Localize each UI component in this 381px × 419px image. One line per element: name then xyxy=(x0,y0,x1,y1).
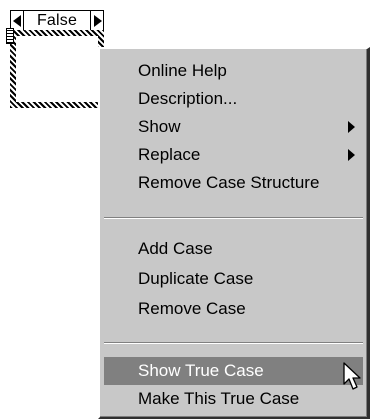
case-frame[interactable] xyxy=(10,30,104,108)
selector-terminal[interactable] xyxy=(6,28,14,44)
submenu-arrow-icon xyxy=(348,121,355,133)
menu-item-add-case[interactable]: Add Case xyxy=(104,235,363,263)
next-case-button[interactable] xyxy=(90,11,103,30)
context-menu: Online Help Description... Show Replace … xyxy=(98,47,370,419)
menu-item-show[interactable]: Show xyxy=(104,113,363,141)
menu-item-online-help[interactable]: Online Help xyxy=(104,57,363,85)
menu-item-replace[interactable]: Replace xyxy=(104,141,363,169)
menu-separator xyxy=(104,342,363,344)
menu-separator xyxy=(104,217,363,219)
case-selector-label: False xyxy=(36,11,78,29)
arrow-pointer-icon xyxy=(343,362,361,390)
menu-item-description[interactable]: Description... xyxy=(104,85,363,113)
menu-item-make-this-true-case[interactable]: Make This True Case xyxy=(104,385,363,413)
menu-item-remove-case[interactable]: Remove Case xyxy=(104,295,363,323)
case-selector[interactable]: False xyxy=(10,10,104,31)
menu-item-show-true-case[interactable]: Show True Case xyxy=(104,357,363,385)
menu-item-remove-case-structure[interactable]: Remove Case Structure xyxy=(104,169,363,197)
triangle-right-icon xyxy=(93,14,102,27)
triangle-left-icon xyxy=(12,14,21,27)
submenu-arrow-icon xyxy=(348,149,355,161)
case-structure[interactable]: False xyxy=(4,8,108,108)
menu-item-duplicate-case[interactable]: Duplicate Case xyxy=(104,265,363,293)
